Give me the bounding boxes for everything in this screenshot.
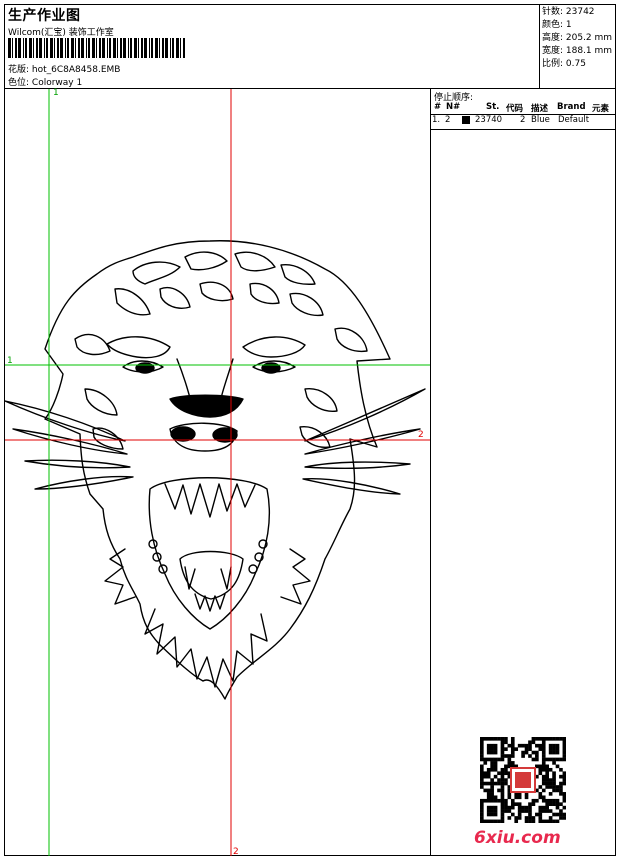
stat-width: 宽度: 188.1 mm <box>542 46 613 56</box>
colorway-value: Colorway 1 <box>31 78 83 88</box>
barcode <box>8 38 185 58</box>
stat-stitches: 针数: 23742 <box>542 7 595 17</box>
col-element: 元素 <box>592 104 610 114</box>
col-desc: 描述 <box>531 104 549 114</box>
row-stitches: 23740 <box>475 115 503 125</box>
col-brand: Brand <box>557 102 586 112</box>
col-needle: N# <box>446 102 461 112</box>
colorway-label: 色位: <box>8 78 30 88</box>
row-brand: Default <box>558 115 590 125</box>
design-file: 花版: hot_6C8A8458.EMB <box>8 62 120 75</box>
colorway: 色位: Colorway 1 <box>8 75 82 88</box>
tiger-artwork <box>5 240 426 700</box>
guide-label-h1: 1 <box>7 356 13 366</box>
row-code: 2 <box>520 115 526 125</box>
row-index: 1. <box>432 115 441 125</box>
design-value: hot_6C8A8458.EMB <box>31 65 121 75</box>
guide-label-v2: 2 <box>233 847 239 857</box>
qr-code <box>480 737 566 823</box>
guide-label-v1: 1 <box>53 88 59 98</box>
stat-colors: 颜色: 1 <box>542 20 572 30</box>
watermark-brand: 6xiu.com <box>474 828 561 848</box>
stat-scale: 比例: 0.75 <box>542 59 586 69</box>
panel-table-end <box>430 129 616 130</box>
color-swatch <box>462 116 470 124</box>
stat-height: 高度: 205.2 mm <box>542 33 613 43</box>
design-canvas <box>5 89 430 856</box>
col-index: # <box>434 102 442 112</box>
stop-sequence-table: # N# St. 代码 描述 Brand 元素 1. 2 23740 2 Blu… <box>432 101 616 126</box>
table-header: # N# St. 代码 描述 Brand 元素 <box>432 101 616 114</box>
stats-divider <box>539 4 540 88</box>
col-code: 代码 <box>506 104 524 114</box>
table-row: 1. 2 23740 2 Blue Default <box>432 114 616 126</box>
panel-divider <box>430 88 431 856</box>
design-label: 花版: <box>8 65 30 75</box>
row-desc: Blue <box>531 115 550 125</box>
row-needle: 2 <box>445 115 451 125</box>
design-stats: 针数: 23742 颜色: 1 高度: 205.2 mm 宽度: 188.1 m… <box>542 6 612 71</box>
guide-label-h2: 2 <box>418 430 424 440</box>
col-stitches: St. <box>486 102 500 112</box>
studio-name: Wilcom(汇宝) 装饰工作室 <box>8 28 114 38</box>
page-title: 生产作业图 <box>8 8 81 24</box>
